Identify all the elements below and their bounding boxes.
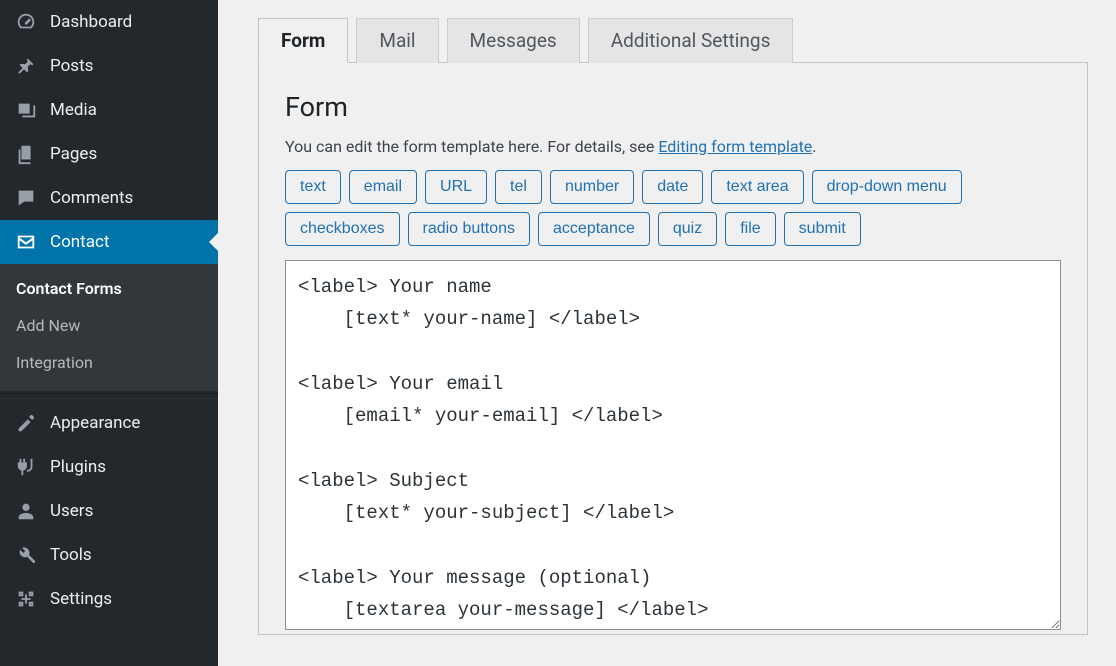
sidebar-item-settings[interactable]: Settings xyxy=(0,577,218,621)
tag-submit-button[interactable]: submit xyxy=(784,212,861,246)
tab-messages[interactable]: Messages xyxy=(447,18,580,63)
pages-icon xyxy=(14,142,38,166)
tag-textarea-button[interactable]: text area xyxy=(711,170,803,204)
panel-heading: Form xyxy=(285,91,1061,123)
tag-radio-button[interactable]: radio buttons xyxy=(408,212,531,246)
media-icon xyxy=(14,98,38,122)
sidebar-item-label: Posts xyxy=(50,56,93,76)
editor-tabs: Form Mail Messages Additional Settings xyxy=(258,18,1088,63)
editing-form-template-link[interactable]: Editing form template xyxy=(658,137,812,156)
tag-acceptance-button[interactable]: acceptance xyxy=(538,212,650,246)
submenu-item-integration[interactable]: Integration xyxy=(0,344,218,381)
sidebar-item-label: Contact xyxy=(50,232,109,252)
tools-icon xyxy=(14,543,38,567)
description-suffix: . xyxy=(812,137,816,156)
sidebar-item-label: Dashboard xyxy=(50,12,132,32)
sidebar-submenu: Contact Forms Add New Integration xyxy=(0,264,218,391)
sidebar-item-appearance[interactable]: Appearance xyxy=(0,401,218,445)
submenu-item-contact-forms[interactable]: Contact Forms xyxy=(0,270,218,307)
tag-number-button[interactable]: number xyxy=(550,170,634,204)
main-content: Form Mail Messages Additional Settings F… xyxy=(218,0,1116,666)
sidebar-item-comments[interactable]: Comments xyxy=(0,176,218,220)
sidebar-item-tools[interactable]: Tools xyxy=(0,533,218,577)
comments-icon xyxy=(14,186,38,210)
tab-form[interactable]: Form xyxy=(258,18,348,63)
sidebar-item-dashboard[interactable]: Dashboard xyxy=(0,0,218,44)
tag-url-button[interactable]: URL xyxy=(425,170,487,204)
sidebar-item-users[interactable]: Users xyxy=(0,489,218,533)
sidebar-item-label: Pages xyxy=(50,144,97,164)
submenu-item-add-new[interactable]: Add New xyxy=(0,307,218,344)
sidebar-item-label: Settings xyxy=(50,589,112,609)
sidebar-item-label: Users xyxy=(50,501,93,521)
tab-mail[interactable]: Mail xyxy=(356,18,438,63)
tag-quiz-button[interactable]: quiz xyxy=(658,212,717,246)
tag-file-button[interactable]: file xyxy=(725,212,775,246)
description-text: You can edit the form template here. For… xyxy=(285,137,658,156)
sidebar-item-label: Comments xyxy=(50,188,133,208)
sidebar-item-label: Plugins xyxy=(50,457,106,477)
pin-icon xyxy=(14,54,38,78)
tag-email-button[interactable]: email xyxy=(349,170,417,204)
appearance-icon xyxy=(14,411,38,435)
sidebar-item-label: Appearance xyxy=(50,413,140,433)
sidebar-item-pages[interactable]: Pages xyxy=(0,132,218,176)
sidebar-item-label: Tools xyxy=(50,545,92,565)
sidebar-separator xyxy=(0,393,218,399)
tag-text-button[interactable]: text xyxy=(285,170,341,204)
plugins-icon xyxy=(14,455,38,479)
admin-sidebar: Dashboard Posts Media Pages Comments Con… xyxy=(0,0,218,666)
sidebar-item-contact[interactable]: Contact xyxy=(0,220,218,264)
contact-icon xyxy=(14,230,38,254)
tag-generator-buttons: text email URL tel number date text area… xyxy=(285,170,1061,246)
users-icon xyxy=(14,499,38,523)
dashboard-icon xyxy=(14,10,38,34)
form-template-textarea[interactable] xyxy=(285,260,1061,630)
tag-date-button[interactable]: date xyxy=(642,170,703,204)
sidebar-item-plugins[interactable]: Plugins xyxy=(0,445,218,489)
sidebar-item-media[interactable]: Media xyxy=(0,88,218,132)
settings-icon xyxy=(14,587,38,611)
tab-additional-settings[interactable]: Additional Settings xyxy=(588,18,794,63)
panel-description: You can edit the form template here. For… xyxy=(285,137,1061,156)
tag-tel-button[interactable]: tel xyxy=(495,170,542,204)
tag-checkboxes-button[interactable]: checkboxes xyxy=(285,212,400,246)
form-panel: Form You can edit the form template here… xyxy=(258,62,1088,635)
tag-dropdown-button[interactable]: drop-down menu xyxy=(812,170,962,204)
sidebar-item-posts[interactable]: Posts xyxy=(0,44,218,88)
sidebar-item-label: Media xyxy=(50,100,97,120)
